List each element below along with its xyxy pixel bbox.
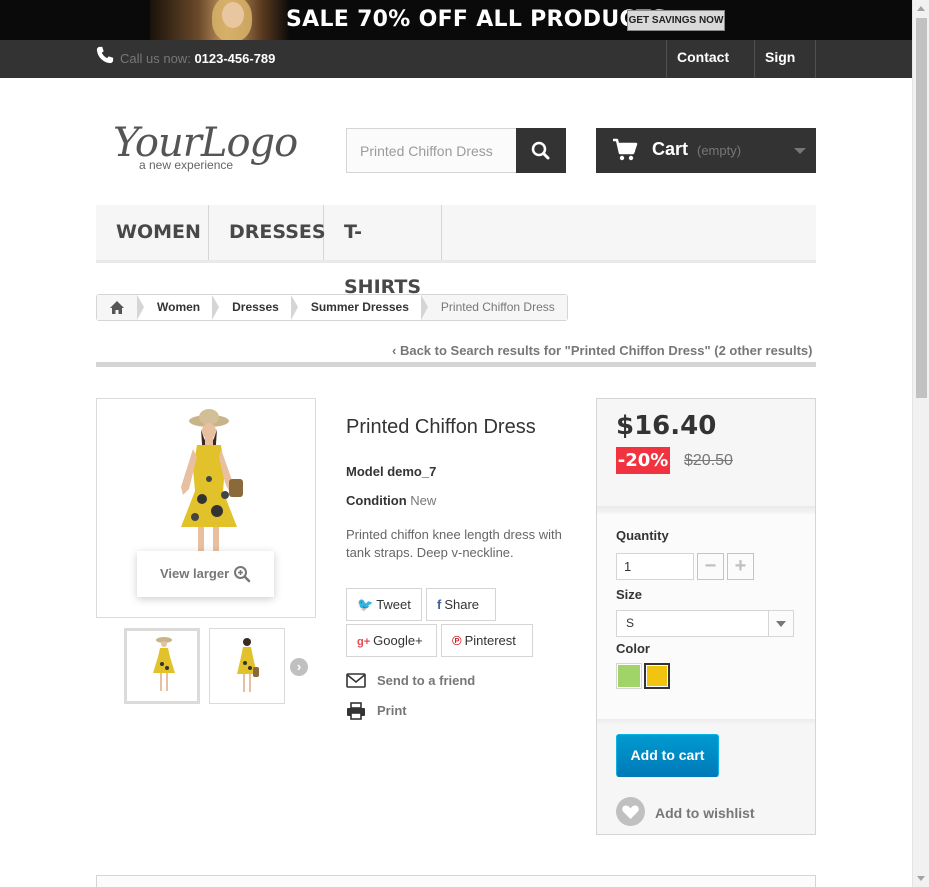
facebook-share-button[interactable]: f Share: [426, 588, 496, 621]
site-logo[interactable]: YourLogo a new experience: [113, 120, 298, 180]
menu-item-women[interactable]: WOMEN: [96, 205, 209, 260]
banner-sale-text: SALE 70% OFF ALL PRODUCTS: [286, 7, 668, 32]
thumbnail-2[interactable]: [209, 628, 285, 704]
old-price: $20.50: [684, 452, 733, 469]
google-plus-button[interactable]: g+ Google+: [346, 624, 437, 657]
breadcrumb-summer-dresses[interactable]: Summer Dresses: [291, 295, 428, 320]
banner-model-face: [222, 2, 244, 28]
scroll-down-icon[interactable]: [917, 876, 925, 881]
cart-block[interactable]: Cart (empty): [596, 128, 816, 173]
view-larger-button[interactable]: View larger: [137, 551, 274, 597]
quantity-label: Quantity: [616, 528, 669, 543]
send-to-friend-label: Send to a friend: [377, 673, 476, 688]
home-icon: [110, 301, 124, 314]
get-savings-button[interactable]: GET SAVINGS NOW: [627, 10, 725, 31]
phone-icon: [96, 46, 114, 64]
product-title: Printed Chiffon Dress: [346, 416, 536, 438]
breadcrumb-women[interactable]: Women: [137, 295, 220, 320]
breadcrumb-current: Printed Chiffon Dress: [420, 295, 567, 320]
chevron-left-icon: ‹: [392, 343, 400, 358]
product-price: $16.40: [616, 411, 717, 441]
condition-label: Condition: [346, 493, 407, 508]
zoom-in-icon: [234, 566, 251, 583]
tweet-label: Tweet: [376, 597, 411, 612]
back-link-text: Back to Search results for "Printed Chif…: [399, 343, 813, 358]
swatch-fill: [647, 666, 667, 686]
share-label: Share: [444, 597, 480, 612]
search-input[interactable]: [347, 129, 517, 172]
quantity-plus-button[interactable]: +: [727, 553, 754, 580]
print-icon: [347, 702, 365, 720]
color-swatch-green[interactable]: [616, 663, 642, 689]
promo-banner[interactable]: SALE 70% OFF ALL PRODUCTS GET SAVINGS NO…: [0, 0, 912, 40]
gplus-label: Google+: [373, 633, 423, 648]
search-button[interactable]: [516, 128, 566, 173]
search-box: [346, 128, 566, 173]
size-value: S: [626, 616, 635, 630]
discount-badge: -20%: [616, 447, 670, 474]
sign-in-link[interactable]: Sign in: [754, 40, 816, 99]
model-value: demo_7: [387, 464, 437, 479]
pinterest-label: Pinterest: [464, 633, 516, 648]
product-condition: Condition New: [346, 493, 436, 508]
chevron-down-icon[interactable]: [768, 611, 793, 636]
vertical-scrollbar[interactable]: [912, 0, 929, 887]
main-menu: WOMEN DRESSES T-SHIRTS: [96, 205, 816, 298]
breadcrumb: Women Dresses Summer Dresses Printed Chi…: [96, 294, 568, 321]
tweet-button[interactable]: 🐦 Tweet: [346, 588, 422, 621]
cart-status: (empty): [697, 143, 742, 158]
scrollbar-thumb[interactable]: [916, 18, 927, 398]
call-label: Call us now:: [120, 51, 191, 66]
facebook-icon: f: [437, 597, 442, 612]
size-select[interactable]: S: [616, 610, 794, 637]
heart-icon: [616, 797, 645, 826]
google-plus-icon: g+: [357, 636, 371, 648]
add-to-cart-button[interactable]: Add to cart: [616, 734, 719, 777]
buy-box-divider: [597, 506, 815, 514]
thumbnail-dress-image: [153, 637, 175, 691]
call-us: Call us now: 0123-456-789: [120, 51, 275, 66]
quantity-input[interactable]: 1: [616, 553, 694, 580]
pinterest-icon: ℗: [452, 633, 462, 648]
model-label: Model: [346, 464, 384, 479]
pinterest-button[interactable]: ℗ Pinterest: [441, 624, 533, 657]
print-label: Print: [377, 703, 407, 718]
chevron-down-icon[interactable]: [794, 148, 806, 154]
phone-number: 0123-456-789: [194, 51, 276, 66]
buy-box-divider: [597, 719, 815, 725]
color-label: Color: [616, 641, 650, 656]
size-label: Size: [616, 587, 643, 602]
color-swatch-yellow[interactable]: [644, 663, 670, 689]
breadcrumb-dresses[interactable]: Dresses: [212, 295, 298, 320]
view-larger-label: View larger: [160, 566, 230, 581]
scroll-up-icon[interactable]: [917, 6, 925, 11]
product-model: Model demo_7: [346, 464, 436, 479]
quantity-minus-button[interactable]: −: [697, 553, 724, 580]
thumbnail-next-button[interactable]: ›: [290, 658, 308, 676]
contact-us-link[interactable]: Contact us: [666, 40, 754, 99]
thumbnail-dress-back-image: [237, 638, 259, 692]
product-description: Printed chiffon knee length dress with t…: [346, 527, 562, 560]
wishlist-label: Add to wishlist: [655, 805, 755, 821]
divider: [96, 362, 816, 367]
thumbnail-1[interactable]: [124, 628, 200, 704]
top-nav: Call us now: 0123-456-789 Contact us Sig…: [0, 40, 912, 99]
condition-value: New: [410, 493, 437, 508]
swatch-fill: [618, 665, 640, 687]
cart-label: Cart: [652, 139, 689, 159]
menu-item-dresses[interactable]: DRESSES: [209, 205, 326, 260]
breadcrumb-home[interactable]: [97, 295, 144, 320]
back-to-search-link[interactable]: ‹ Back to Search results for "Printed Ch…: [392, 343, 813, 358]
envelope-icon: [346, 673, 366, 688]
product-details-section: [96, 875, 816, 887]
buy-box: $16.40 -20% $20.50 Quantity 1 − + Size S…: [596, 398, 816, 835]
twitter-icon: 🐦: [357, 597, 374, 612]
search-icon: [531, 141, 550, 160]
cart-icon: [613, 138, 638, 161]
menu-item-tshirts[interactable]: T-SHIRTS: [324, 205, 442, 298]
logo-tagline: a new experience: [139, 158, 234, 172]
